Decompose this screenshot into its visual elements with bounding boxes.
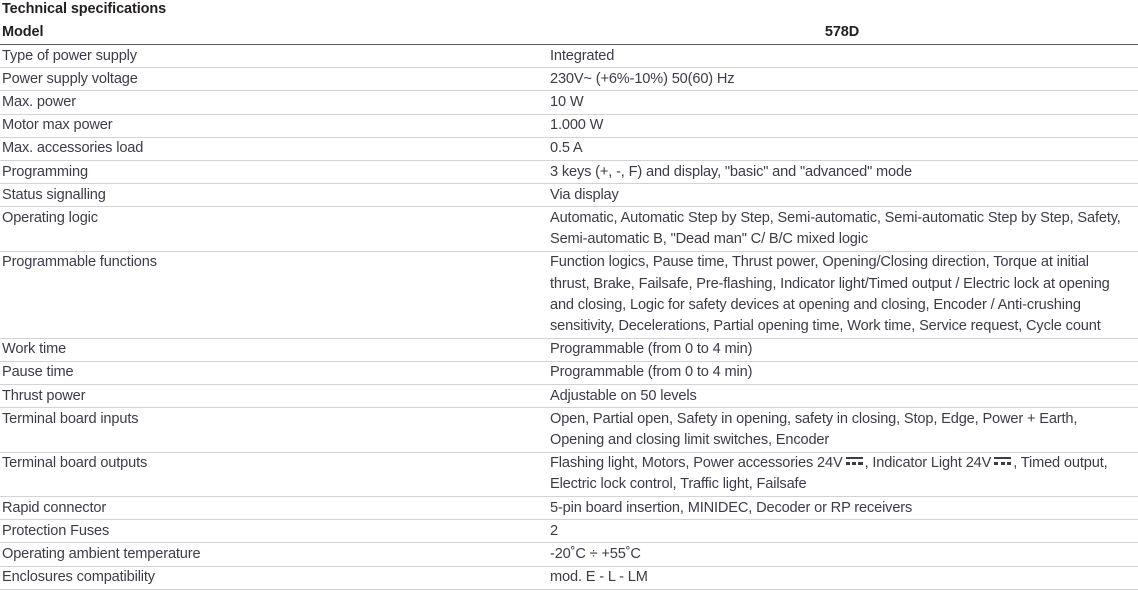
table-row: Terminal board outputs Flashing light, M… bbox=[0, 452, 1138, 498]
direct-current-icon bbox=[845, 457, 863, 466]
spec-value: 2 bbox=[546, 519, 1138, 544]
column-header-model-number: 578D bbox=[546, 22, 1138, 45]
spec-label: Max. power bbox=[0, 90, 546, 115]
table-row: Operating ambient temperature -20˚C ÷ +5… bbox=[0, 542, 1138, 567]
spec-label: Pause time bbox=[0, 361, 546, 386]
table-row: Protection Fuses 2 bbox=[0, 519, 1138, 544]
page-title: Technical specifications bbox=[2, 1, 167, 17]
spec-value: 230V~ (+6%-10%) 50(60) Hz bbox=[546, 67, 1138, 92]
spec-value: 0.5 A bbox=[546, 137, 1138, 162]
spec-label: Rapid connector bbox=[0, 496, 546, 521]
table-row: Terminal board inputs Open, Partial open… bbox=[0, 407, 1138, 453]
spec-label: Programmable functions bbox=[0, 251, 546, 339]
spec-value-segment: , Indicator Light 24V bbox=[864, 455, 992, 472]
spec-label: Enclosures compatibility bbox=[0, 566, 546, 590]
spec-label: Terminal board inputs bbox=[0, 407, 546, 453]
spec-label: Max. accessories load bbox=[0, 137, 546, 162]
spec-value: Adjustable on 50 levels bbox=[546, 384, 1138, 409]
spec-value-terminal-outputs: Flashing light, Motors, Power accessorie… bbox=[546, 452, 1138, 498]
spec-value: Open, Partial open, Safety in opening, s… bbox=[546, 407, 1138, 453]
table-row: Type of power supply Integrated bbox=[0, 44, 1138, 69]
table-row: Programmable functions Function logics, … bbox=[0, 251, 1138, 339]
spec-label: Work time bbox=[0, 338, 546, 362]
spec-label: Type of power supply bbox=[0, 44, 546, 69]
table-row: Enclosures compatibility mod. E - L - LM bbox=[0, 566, 1138, 590]
table-row: Work time Programmable (from 0 to 4 min) bbox=[0, 338, 1138, 362]
table-row: Status signalling Via display bbox=[0, 183, 1138, 208]
table-header-row: Model 578D bbox=[0, 22, 1138, 45]
table-row: Operating logic Automatic, Automatic Ste… bbox=[0, 206, 1138, 252]
table-row: Thrust power Adjustable on 50 levels bbox=[0, 384, 1138, 409]
spec-label: Status signalling bbox=[0, 183, 546, 208]
table-row: Motor max power 1.000 W bbox=[0, 114, 1138, 138]
spec-value: -20˚C ÷ +55˚C bbox=[546, 542, 1138, 567]
spec-label: Operating ambient temperature bbox=[0, 542, 546, 567]
spec-value: Automatic, Automatic Step by Step, Semi-… bbox=[546, 206, 1138, 252]
spec-value: 5-pin board insertion, MINIDEC, Decoder … bbox=[546, 496, 1138, 521]
spec-value-segment: Flashing light, Motors, Power accessorie… bbox=[550, 455, 843, 472]
spec-label: Programming bbox=[0, 160, 546, 185]
spec-value: Function logics, Pause time, Thrust powe… bbox=[546, 251, 1138, 339]
table-row: Max. accessories load 0.5 A bbox=[0, 137, 1138, 162]
spec-label: Thrust power bbox=[0, 384, 546, 409]
spec-value: 1.000 W bbox=[546, 114, 1138, 138]
spec-value: mod. E - L - LM bbox=[546, 566, 1138, 590]
spec-value: Programmable (from 0 to 4 min) bbox=[546, 338, 1138, 362]
spec-label: Operating logic bbox=[0, 206, 546, 252]
technical-specifications-sheet: Technical specifications Model 578D Type… bbox=[0, 0, 1138, 590]
spec-value: Integrated bbox=[546, 44, 1138, 69]
spec-label: Motor max power bbox=[0, 114, 546, 138]
column-header-model: Model bbox=[0, 22, 546, 45]
spec-label: Terminal board outputs bbox=[0, 452, 546, 498]
spec-label: Power supply voltage bbox=[0, 67, 546, 92]
spec-label: Protection Fuses bbox=[0, 519, 546, 544]
table-row: Programming 3 keys (+, -, F) and display… bbox=[0, 160, 1138, 185]
table-row: Rapid connector 5-pin board insertion, M… bbox=[0, 496, 1138, 521]
spec-value: Via display bbox=[546, 183, 1138, 208]
spec-value: 3 keys (+, -, F) and display, "basic" an… bbox=[546, 160, 1138, 185]
table-row: Pause time Programmable (from 0 to 4 min… bbox=[0, 361, 1138, 386]
spec-value: 10 W bbox=[546, 90, 1138, 115]
direct-current-icon bbox=[994, 457, 1012, 466]
technical-specifications-table: Model 578D Type of power supply Integrat… bbox=[0, 22, 1138, 590]
table-row: Power supply voltage 230V~ (+6%-10%) 50(… bbox=[0, 67, 1138, 92]
table-body: Type of power supply Integrated Power su… bbox=[0, 44, 1138, 590]
spec-value: Programmable (from 0 to 4 min) bbox=[546, 361, 1138, 386]
table-row: Max. power 10 W bbox=[0, 90, 1138, 115]
